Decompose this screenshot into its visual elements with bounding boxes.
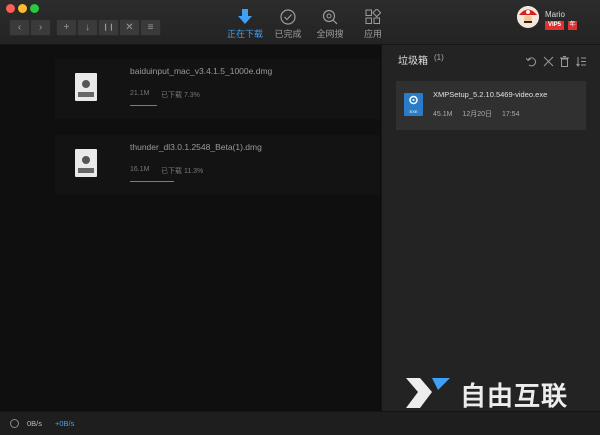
window-zoom-button[interactable] — [30, 4, 39, 13]
dmg-file-icon — [75, 149, 97, 177]
task-size: 21.1M — [130, 90, 150, 97]
task-status: 已下载 7.3% — [161, 92, 200, 99]
apps-grid-icon — [349, 7, 397, 25]
status-bar: 0B/s +0B/s — [0, 411, 600, 435]
task-status: 已下载 11.3% — [161, 168, 204, 175]
restore-icon[interactable] — [525, 54, 537, 67]
file-type-label: EXE — [409, 109, 418, 114]
window-minimize-button[interactable] — [18, 4, 27, 13]
tab-apps[interactable]: 应用 — [349, 7, 397, 41]
trash-item[interactable]: EXE XMPSetup_5.2.10.5469-video.exe 45.1M… — [396, 81, 586, 130]
clock-icon[interactable] — [10, 419, 19, 428]
vip-badge: VIP5 — [545, 21, 565, 30]
check-circle-icon — [264, 7, 312, 25]
chevron-right-icon: › — [38, 22, 43, 33]
pause-icon: ❙❙ — [102, 24, 115, 31]
trash-item-meta: 45.1M 12月20日 17:54 — [433, 109, 527, 119]
plus-icon: + — [63, 22, 70, 33]
download-speed: 0B/s — [27, 419, 43, 428]
trash-title: 垃圾箱 — [398, 56, 428, 67]
new-task-button[interactable]: + — [56, 19, 77, 36]
close-icon: ✕ — [125, 22, 134, 33]
progress-bar — [130, 105, 157, 106]
tab-completed[interactable]: 已完成 — [264, 7, 312, 41]
user-profile[interactable]: Mario VIP5 年 — [517, 6, 597, 40]
window-close-button[interactable] — [6, 4, 15, 13]
tab-label: 正在下载 — [226, 29, 263, 39]
x-logo-icon — [406, 378, 450, 408]
tab-label: 全网搜 — [316, 29, 344, 39]
tab-label: 应用 — [363, 29, 382, 39]
app-window: ‹ › + ↓ ❙❙ ✕ ≡ 正在下载 已完成 全网搜 应用 Mario VIP… — [0, 0, 600, 435]
search-eye-icon — [306, 7, 354, 25]
download-task[interactable]: baiduinput_mac_v3.4.1.5_1000e.dmg 21.1M … — [55, 59, 380, 119]
trash-panel: 垃圾箱 (1) EXE XMPSetup_5.2.10.5469-video.e… — [381, 45, 600, 411]
dmg-file-icon — [75, 73, 97, 101]
back-button[interactable]: ‹ — [9, 19, 30, 36]
upload-speed: +0B/s — [55, 419, 75, 428]
progress-bar — [130, 181, 174, 182]
forward-button[interactable]: › — [30, 19, 51, 36]
download-task[interactable]: thunder_dl3.0.1.2548_Beta(1).dmg 16.1M 已… — [55, 135, 380, 195]
tab-label: 已完成 — [274, 29, 302, 39]
start-button[interactable]: ↓ — [77, 19, 98, 36]
sort-list-icon[interactable] — [576, 54, 587, 67]
trash-item-time: 17:54 — [501, 111, 520, 118]
close-icon[interactable] — [543, 54, 554, 67]
user-name: Mario — [545, 10, 566, 19]
tab-search-web[interactable]: 全网搜 — [306, 7, 354, 41]
download-list: baiduinput_mac_v3.4.1.5_1000e.dmg 21.1M … — [0, 45, 380, 411]
sort-list-icon: ≡ — [147, 22, 154, 33]
title-bar: ‹ › + ↓ ❙❙ ✕ ≡ 正在下载 已完成 全网搜 应用 Mario VIP… — [0, 0, 600, 45]
delete-button[interactable]: ✕ — [119, 19, 140, 36]
exe-file-icon: EXE — [404, 93, 423, 116]
chevron-left-icon: ‹ — [17, 22, 22, 33]
task-filename: thunder_dl3.0.1.2548_Beta(1).dmg — [130, 142, 262, 152]
avatar[interactable] — [517, 6, 539, 28]
download-icon: ↓ — [85, 22, 90, 33]
trash-count: (1) — [434, 53, 444, 62]
sort-button[interactable]: ≡ — [140, 19, 161, 36]
trash-icon[interactable] — [559, 54, 570, 67]
watermark-logo: 自由互联 — [402, 372, 592, 412]
task-size: 16.1M — [130, 166, 150, 173]
pause-button[interactable]: ❙❙ — [98, 19, 119, 36]
trash-item-size: 45.1M — [433, 111, 453, 118]
trash-item-filename: XMPSetup_5.2.10.5469-video.exe — [433, 90, 548, 99]
tab-downloading[interactable]: 正在下载 — [221, 7, 269, 41]
year-badge: 年 — [568, 21, 577, 30]
download-arrow-icon — [221, 7, 269, 25]
watermark-text: 自由互联 — [460, 381, 569, 411]
task-filename: baiduinput_mac_v3.4.1.5_1000e.dmg — [130, 66, 273, 76]
trash-item-date: 12月20日 — [462, 111, 492, 118]
